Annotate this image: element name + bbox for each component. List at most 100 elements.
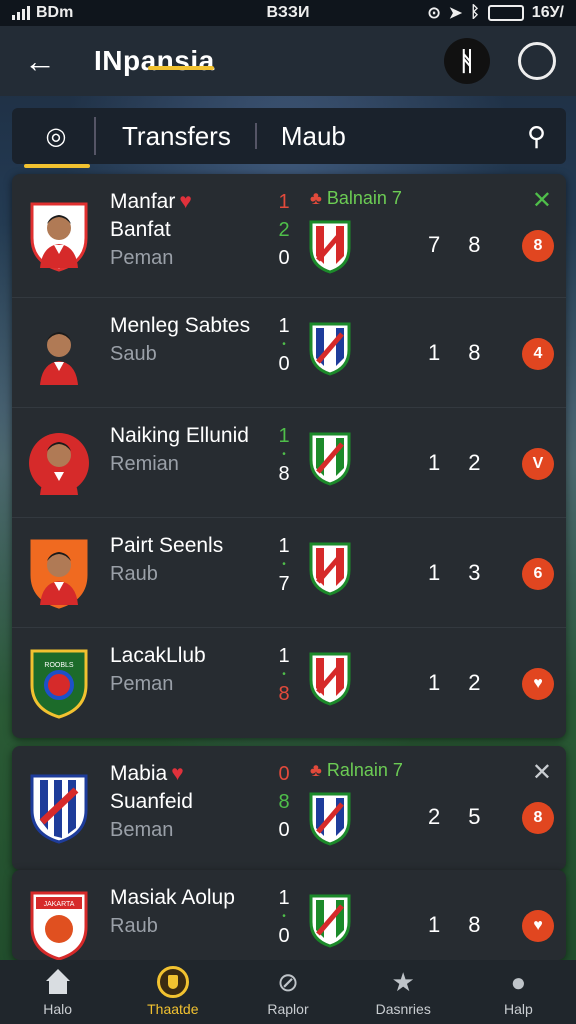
score-value: 1 [278,191,290,213]
tab-transfers[interactable]: Transfers [122,121,231,152]
nav-dasnries[interactable]: ★ Dasnries [346,967,461,1018]
action-badge-button[interactable]: V [522,448,554,480]
score-value: 2 [278,219,290,241]
close-icon[interactable]: ✕ [532,186,552,215]
heart-icon: ♥ [179,190,192,213]
stat-numbers: 1 3 [428,560,481,586]
nav-halp[interactable]: ● Halp [461,966,576,1018]
stat-value: 8 [468,232,481,257]
opponent-crest [308,790,352,846]
score-value: 8 [278,463,290,485]
score-value: • [282,449,286,460]
transfer-row[interactable]: Menleg Sabtes Saub 1 • 0 1 8 4 [12,298,566,408]
plus-icon: ᚻ [459,45,475,76]
action-badge-button[interactable]: ♥ [522,910,554,942]
nav-label: Thaatde [147,1001,199,1017]
player-crest [28,535,90,611]
player-crest [28,425,90,501]
player-subtitle: Raub [110,915,158,937]
stat-value: 1 [428,560,441,585]
nav-label: Raplor [267,1001,309,1017]
stat-numbers: 1 8 [428,912,481,938]
heart-icon: ♥ [171,762,184,785]
carrier-label: ВDm [36,4,74,21]
stat-numbers: 1 2 [428,450,481,476]
transfer-row[interactable]: JAKARTA Masiak Aolup Raub 1 • 0 1 8 ♥ [12,870,566,960]
nav-label: Dasnries [375,1001,431,1017]
score-value: 1 [278,315,290,337]
stat-value: 1 [428,912,441,937]
score-value: 1 [278,425,290,447]
player-name: LacakLlub [110,644,206,667]
opponent-crest [308,218,352,274]
action-badge-button[interactable]: 6 [522,558,554,590]
stat-value: 7 [428,232,441,257]
score-column: 1 2 0 [274,188,294,272]
score-value: 0 [278,353,290,375]
player-subtitle: Raub [110,563,158,585]
compass-icon: ⊘ [277,966,299,997]
stat-value: 2 [468,450,481,475]
nav-thaatde[interactable]: Thaatde [115,966,230,1017]
person-icon: ● [510,966,527,997]
transfer-row[interactable]: Manfar ♥ Banfat Peman 1 2 0 ♣ Balnain 7 7 8… [12,174,566,298]
player-subtitle: Saub [110,343,157,365]
stat-numbers: 2 5 [428,804,481,830]
player-secondary-name: Suanfeid [110,790,193,813]
score-value: 0 [278,819,290,841]
score-value: 7 [278,573,290,595]
title-underline [148,66,214,70]
alarm-icon: ⊙ [427,5,441,22]
player-name: Masiak Aolup [110,886,235,909]
opponent-crest [308,892,352,948]
player-secondary-name: Banfat [110,218,171,241]
nav-raplor[interactable]: ⊘ Raplor [230,966,345,1018]
page-title: INpansia [94,45,215,76]
back-arrow-icon[interactable]: ← [20,41,60,81]
transfer-row[interactable]: Pairt Seenls Raub 1 • 7 1 3 6 [12,518,566,628]
score-value: 0 [278,763,290,785]
player-name: Menleg Sabtes [110,314,251,337]
trophy-icon [156,966,189,998]
stat-value: 1 [428,450,441,475]
bottom-navigation: Halo Thaatde ⊘ Raplor ★ Dasnries ● Halp [0,960,576,1024]
action-badge-button[interactable]: 8 [522,802,554,834]
tab-filter[interactable]: ◎ [24,122,90,168]
score-column: 1 • 8 [274,422,294,488]
stat-value: 2 [428,804,441,829]
score-column: 1 • 0 [274,312,294,378]
opponent-label: ♣ Ralnain 7 [310,760,403,780]
stat-value: 8 [468,340,481,365]
transfer-list: Manfar ♥ Banfat Peman 120 ♣ Balnain 7 7 8… [12,174,566,738]
nav-halo[interactable]: Halo [0,967,115,1017]
player-subtitle: Peman [110,247,174,269]
score-value: • [282,339,286,350]
player-subtitle: Beman [110,819,174,841]
app-bar: ← INpansia ᚻ [0,26,576,96]
svg-text:JAKARTA: JAKARTA [44,901,75,908]
divider [254,123,257,149]
score-column: 1 • 7 [274,532,294,598]
score-value: 8 [278,791,290,813]
add-transfer-button[interactable]: ᚻ [444,38,490,84]
close-icon[interactable]: ✕ [532,758,552,787]
tab-maub[interactable]: Maub [281,121,346,152]
location-icon: ➤ [448,5,463,22]
player-crest: ROOBLS [28,645,90,721]
player-name: Pairt Seenls [110,534,224,557]
score-value: 0 [278,247,290,269]
stat-value: 3 [468,560,481,585]
action-badge-button[interactable]: 8 [522,230,554,262]
action-badge-button[interactable]: 4 [522,338,554,370]
transfer-row[interactable]: Naiking Ellunid Remian 1 • 8 1 2 V [12,408,566,518]
nav-label: Halp [504,1001,533,1017]
transfer-list: Mabia ♥ Suanfeid Beman 0 8 0 ♣ Ralnain 7 2 … [12,746,566,870]
settings-gear-icon[interactable] [518,42,556,80]
transfer-row[interactable]: Mabia ♥ Suanfeid Beman 0 8 0 ♣ Ralnain 7 2 … [12,746,566,870]
status-bar: ВDm ВЗЗИ ⊙ ➤ ᛒ 16У/ [0,0,576,26]
svg-text:ROOBLS: ROOBLS [44,662,74,669]
action-badge-button[interactable]: ♥ [522,668,554,700]
transfer-row[interactable]: ROOBLS LacakLlub Peman 1 • 8 1 2 ♥ [12,628,566,738]
score-value: 1 [278,645,290,667]
search-icon[interactable]: ⚲ [527,121,546,152]
